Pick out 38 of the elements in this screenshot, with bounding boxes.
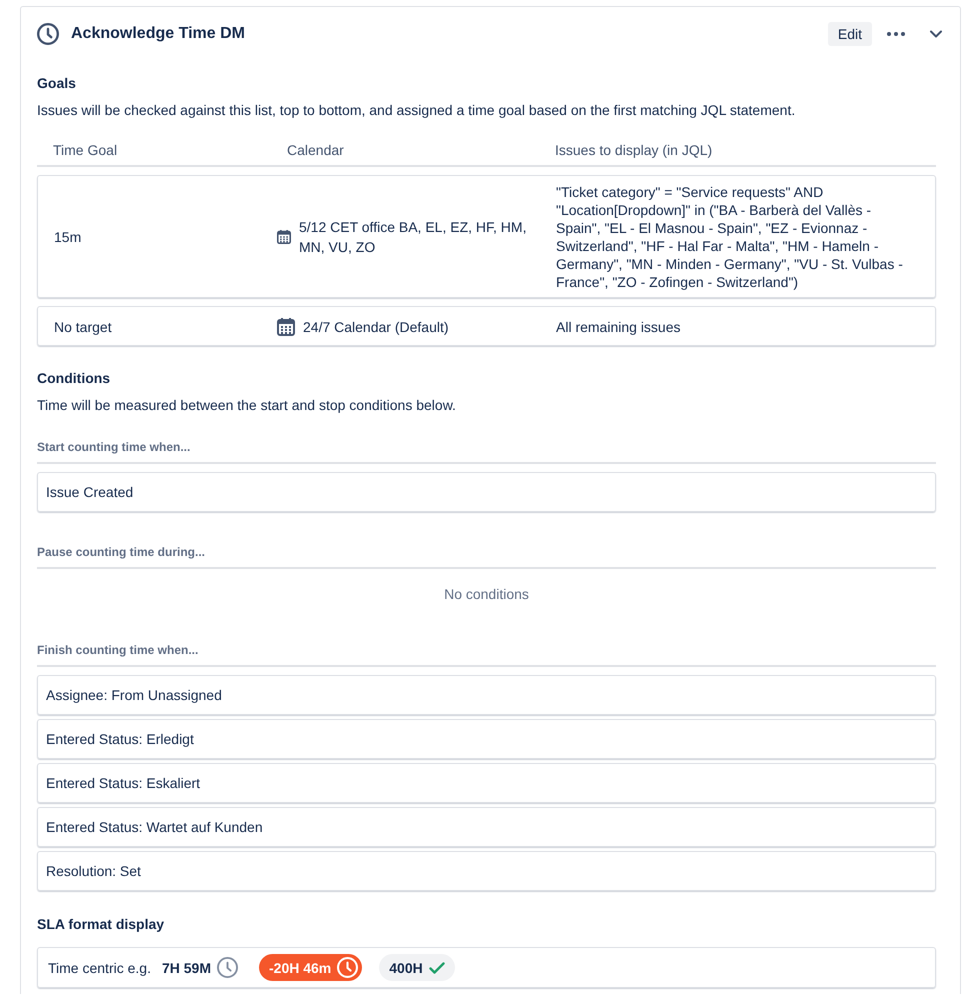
column-header: Time Goal: [53, 141, 118, 160]
column-header: Calendar: [287, 141, 344, 160]
section-description: Issues will be checked against this list, top to bottom, and assigned a time goal based on the first matching JQL statement.: [37, 101, 796, 120]
calendar-name: 24/7 Calendar (Default): [303, 318, 449, 336]
time-goal: 15m: [54, 228, 82, 247]
empty-text: No conditions: [444, 585, 529, 604]
calendar-icon: [277, 230, 291, 244]
group-label: Start counting time when...: [37, 439, 936, 464]
calendar-name: 5/12 CET office BA, EL, EZ, HF, HM, MN, VU, ZO: [299, 218, 528, 257]
condition-item: Assignee: From Unassigned: [37, 675, 936, 715]
example-label: Time centric e.g.: [48, 960, 151, 976]
clock-icon: [37, 23, 59, 45]
section-heading: Goals: [37, 74, 77, 93]
jql-query: "Ticket category" = "Service requests" AND "Location[Dropdown]" in ("BA - Barberà del Vallès - Spain", "EL - El Masnou - Spain", "EZ - Evionnaz - Switzerland", "HF - Hal Far - Malta", "HM - Hameln - Germany", "MN - Minden - Germany", "VU - St. Vulbas - France", "ZO - Zofingen - Switzerland"): [556, 183, 904, 291]
jql-query: All remaining issues: [556, 318, 682, 336]
panel-title: Acknowledge Time DM: [71, 25, 245, 43]
condition-item: Entered Status: Wartet auf Kunden: [37, 807, 936, 847]
time-value: -20H 46m: [269, 960, 332, 976]
calendar-icon: [277, 318, 295, 336]
condition-item: Entered Status: Erledigt: [37, 719, 936, 759]
time-goal: No target: [54, 318, 112, 336]
column-header: Issues to display (in JQL): [555, 141, 712, 160]
group-label: Finish counting time when...: [37, 642, 936, 667]
group-label: Pause counting time during...: [37, 544, 936, 569]
chevron-icon[interactable]: [930, 30, 942, 38]
check-icon: [428, 962, 445, 974]
edit-button[interactable]: Edit: [828, 22, 872, 46]
condition-item: Issue Created: [37, 472, 936, 512]
condition-item: Resolution: Set: [37, 851, 936, 891]
clock-icon: [337, 957, 358, 978]
more-icon[interactable]: [887, 32, 905, 36]
clock-icon: [217, 957, 238, 978]
condition-item: Entered Status: Eskaliert: [37, 763, 936, 803]
section-heading: SLA format display: [37, 915, 166, 934]
time-value: 400H: [389, 960, 423, 976]
time-value: 7H 59M: [162, 960, 211, 976]
section-description: Time will be measured between the start and stop conditions below.: [37, 396, 457, 415]
section-heading: Conditions: [37, 369, 112, 388]
